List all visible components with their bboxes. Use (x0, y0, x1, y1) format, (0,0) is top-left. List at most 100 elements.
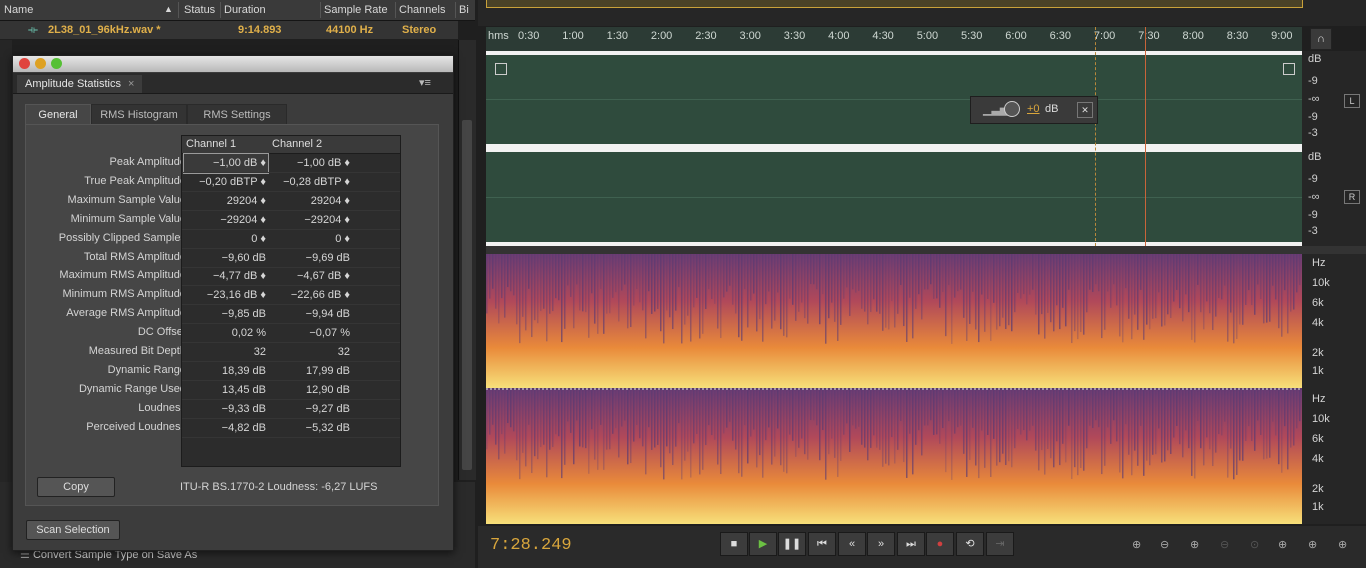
col-name[interactable]: Name (4, 4, 33, 16)
stat-value-ch1[interactable]: −0,20 dBTP ♦ (184, 173, 268, 192)
stat-value-ch2[interactable]: −5,32 dB (270, 419, 352, 438)
close-tab-icon[interactable]: × (128, 78, 134, 90)
stat-value-ch2[interactable]: 12,90 dB (270, 381, 352, 400)
spectrogram-stripe (1128, 254, 1130, 319)
stat-value-ch1[interactable]: 32 (184, 343, 268, 362)
stat-value-ch1[interactable]: −9,33 dB (184, 400, 268, 419)
headphones-icon[interactable]: ∩ (1310, 28, 1332, 50)
panel-menu-icon[interactable]: ▾≡ (419, 76, 431, 89)
record-button[interactable]: ● (926, 532, 954, 556)
stat-value-ch2[interactable]: −9,94 dB (270, 305, 352, 324)
stat-value-ch2[interactable]: 0 ♦ (270, 230, 352, 249)
tab-rms-settings[interactable]: RMS Settings (187, 104, 287, 126)
zoom-out-amplitude-icon[interactable]: ⊖ (1160, 538, 1169, 551)
spectrogram-stripe (714, 390, 716, 440)
close-window-icon[interactable] (19, 58, 30, 69)
stat-value-ch2[interactable]: −22,66 dB ♦ (270, 286, 352, 305)
col-duration[interactable]: Duration (224, 4, 266, 16)
stop-button[interactable]: ■ (720, 532, 748, 556)
stat-value-ch2[interactable]: −1,00 dB ♦ (270, 154, 352, 173)
stat-value-ch2[interactable]: −29204 ♦ (270, 211, 352, 230)
stat-value-ch1[interactable]: 0,02 % (184, 324, 268, 343)
spectrogram-stripe (945, 390, 947, 473)
zoom-in-time-icon[interactable]: ⊕ (1190, 538, 1199, 551)
scrollbar-thumb[interactable] (462, 120, 472, 470)
gain-hud[interactable]: ▁▃▅ +0 dB ✕ (970, 96, 1098, 124)
pin-icon[interactable]: ✕ (1077, 102, 1093, 118)
spectrogram-stripe (585, 390, 587, 449)
spectral-display[interactable] (486, 254, 1302, 524)
scan-selection-button[interactable]: Scan Selection (26, 520, 120, 540)
stat-value-ch2[interactable]: 17,99 dB (270, 362, 352, 381)
gain-knob-icon[interactable] (1004, 101, 1020, 117)
stat-value-ch1[interactable]: −29204 ♦ (184, 211, 268, 230)
spectrogram-stripe (909, 390, 911, 434)
previous-button[interactable]: ⏮ (808, 532, 836, 556)
panel-tab-amplitude-statistics[interactable]: Amplitude Statistics × (17, 75, 143, 93)
next-button[interactable]: ⏭ (897, 532, 925, 556)
channel-left-toggle[interactable]: L (1344, 94, 1360, 108)
stat-value-ch2[interactable]: −4,67 dB ♦ (270, 267, 352, 286)
fade-out-handle[interactable] (1283, 63, 1295, 75)
stat-value-ch1[interactable]: −4,77 dB ♦ (184, 267, 268, 286)
zoom-full-icon[interactable]: ⊙ (1250, 538, 1259, 551)
file-row[interactable]: ⟛ 2L38_01_96kHz.wav * 9:14.893 44100 Hz … (0, 21, 458, 39)
stat-value-ch1[interactable]: −9,85 dB (184, 305, 268, 324)
zoom-out-time-icon[interactable]: ⊖ (1220, 538, 1229, 551)
stat-value-ch2[interactable]: 32 (270, 343, 352, 362)
col-sample-rate[interactable]: Sample Rate (324, 4, 388, 16)
stat-value-ch1[interactable]: 0 ♦ (184, 230, 268, 249)
tab-general[interactable]: General (25, 104, 91, 126)
spectrogram-stripe (1110, 390, 1112, 444)
view-divider[interactable] (486, 246, 1366, 254)
fast-forward-button[interactable]: » (867, 532, 895, 556)
spectrogram-stripe (1032, 390, 1034, 426)
rewind-button[interactable]: « (838, 532, 866, 556)
stat-value-ch1[interactable]: 29204 ♦ (184, 192, 268, 211)
loop-button[interactable]: ⟲ (956, 532, 984, 556)
overview-range[interactable] (486, 0, 1303, 8)
stat-value-ch2[interactable]: −9,69 dB (270, 249, 352, 268)
waveform-display[interactable] (486, 27, 1302, 246)
col-status[interactable]: Status (184, 4, 215, 16)
waveform-left-channel[interactable] (486, 54, 1302, 146)
stat-value-ch1[interactable]: −23,16 dB ♦ (184, 286, 268, 305)
skip-button[interactable]: ⇥ (986, 532, 1014, 556)
stat-value-ch2[interactable]: −0,07 % (270, 324, 352, 343)
current-time[interactable]: 7:28.249 (490, 536, 572, 555)
stat-value-ch2[interactable]: 29204 ♦ (270, 192, 352, 211)
stat-value-ch1[interactable]: 13,45 dB (184, 381, 268, 400)
spectrogram-stripe (837, 254, 839, 341)
zoom-left-icon[interactable]: ⊕ (1308, 538, 1317, 551)
stat-value-ch2[interactable]: −9,27 dB (270, 400, 352, 419)
copy-button[interactable]: Copy (37, 477, 115, 497)
stat-value-ch1[interactable]: −1,00 dB ♦ (183, 153, 269, 174)
stat-value-ch1[interactable]: −9,60 dB (184, 249, 268, 268)
gain-value[interactable]: +0 (1027, 103, 1040, 115)
zoom-in-amplitude-icon[interactable]: ⊕ (1132, 538, 1141, 551)
spectrogram-stripe (1050, 390, 1052, 459)
zoom-right-icon[interactable]: ⊕ (1338, 538, 1347, 551)
fade-in-handle[interactable] (495, 63, 507, 75)
sort-up-icon[interactable]: ▲ (164, 4, 173, 14)
stat-value-ch2[interactable]: −0,28 dBTP ♦ (270, 173, 352, 192)
zoom-window-icon[interactable] (51, 58, 62, 69)
time-ruler[interactable]: hms 0:30 1:00 1:30 2:00 2:30 3:00 3:30 4:00 4:30 5… (486, 27, 1302, 51)
play-button[interactable]: ▶ (749, 532, 777, 556)
col-channels[interactable]: Channels (399, 4, 445, 16)
db-label: -3 (1308, 127, 1318, 139)
files-scrollbar[interactable] (458, 40, 476, 480)
stat-value-ch1[interactable]: −4,82 dB (184, 419, 268, 438)
tab-rms-histogram[interactable]: RMS Histogram (91, 104, 187, 126)
channel-right-toggle[interactable]: R (1344, 190, 1360, 204)
zoom-selection-icon[interactable]: ⊕ (1278, 538, 1287, 551)
overview-strip[interactable] (478, 0, 1366, 26)
stat-value-ch1[interactable]: 18,39 dB (184, 362, 268, 381)
pause-button[interactable]: ❚❚ (778, 532, 806, 556)
spectrogram-stripe (1167, 254, 1169, 315)
playhead[interactable] (1145, 27, 1146, 246)
dialog-titlebar[interactable] (13, 56, 453, 72)
spectrogram-stripe (1107, 254, 1109, 292)
minimize-window-icon[interactable] (35, 58, 46, 69)
col-bit[interactable]: Bi (459, 4, 469, 16)
